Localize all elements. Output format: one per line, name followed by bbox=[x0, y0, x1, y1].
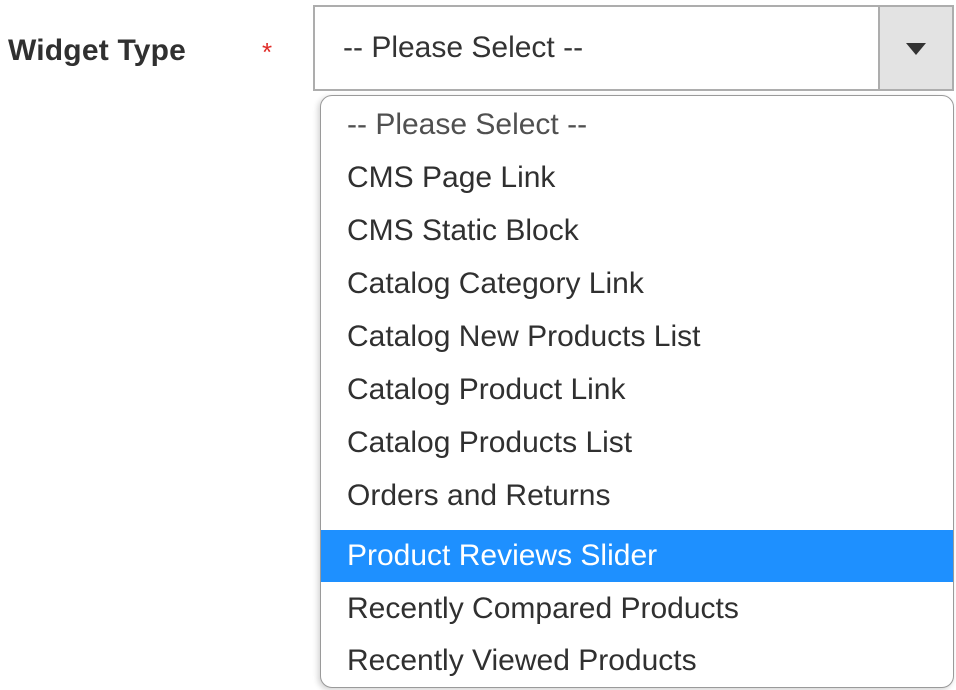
option-catalog-category-link[interactable]: Catalog Category Link bbox=[321, 258, 953, 310]
widget-type-options[interactable]: -- Please Select -- CMS Page Link CMS St… bbox=[320, 95, 954, 688]
option-cms-static-block[interactable]: CMS Static Block bbox=[321, 205, 953, 257]
option-catalog-product-link[interactable]: Catalog Product Link bbox=[321, 364, 953, 416]
dropdown-toggle[interactable] bbox=[878, 7, 952, 89]
required-indicator: * bbox=[262, 37, 273, 67]
triangle-down-icon bbox=[906, 43, 926, 55]
option-please-select[interactable]: -- Please Select -- bbox=[321, 99, 953, 151]
option-orders-and-returns[interactable]: Orders and Returns bbox=[321, 470, 953, 522]
option-product-reviews-slider[interactable]: Product Reviews Slider bbox=[321, 530, 953, 582]
option-recently-viewed-products[interactable]: Recently Viewed Products bbox=[321, 635, 953, 687]
widget-type-label: Widget Type bbox=[8, 34, 187, 67]
option-catalog-new-products-list[interactable]: Catalog New Products List bbox=[321, 311, 953, 363]
selected-value: -- Please Select -- bbox=[343, 31, 584, 64]
widget-type-select[interactable]: -- Please Select -- bbox=[313, 5, 954, 91]
option-recently-compared-products[interactable]: Recently Compared Products bbox=[321, 583, 953, 635]
option-cms-page-link[interactable]: CMS Page Link bbox=[321, 152, 953, 204]
option-catalog-products-list[interactable]: Catalog Products List bbox=[321, 417, 953, 469]
